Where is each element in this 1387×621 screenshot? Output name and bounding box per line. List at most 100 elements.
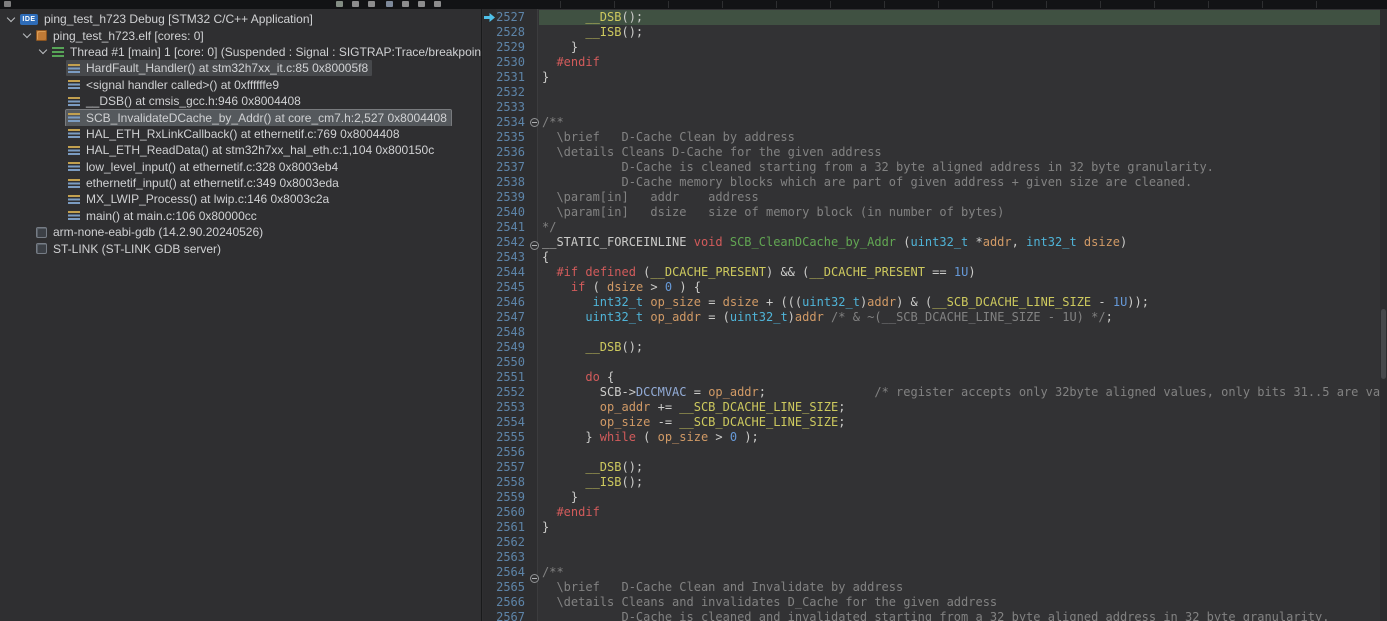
annotation-gutter-row[interactable] [483, 418, 496, 433]
code-line[interactable]: \param[in] addr address [539, 190, 1380, 205]
code-line[interactable] [539, 535, 1380, 550]
annotation-gutter[interactable] [483, 9, 496, 621]
code-line[interactable] [539, 100, 1380, 115]
fold-gutter-row[interactable] [530, 163, 537, 178]
annotation-gutter-row[interactable] [483, 403, 496, 418]
fold-gutter-row[interactable] [530, 256, 537, 271]
fold-gutter-row[interactable] [530, 178, 537, 193]
annotation-gutter-row[interactable] [483, 358, 496, 373]
fold-gutter-row[interactable] [530, 223, 537, 238]
annotation-gutter-row[interactable] [483, 28, 496, 43]
annotation-gutter-row[interactable] [483, 103, 496, 118]
code-line[interactable]: \brief D-Cache Clean and Invalidate by a… [539, 580, 1380, 595]
code-line[interactable]: \details Cleans and invalidates D_Cache … [539, 595, 1380, 610]
toolbar-icon[interactable] [4, 1, 11, 7]
code-line[interactable]: \brief D-Cache Clean by address [539, 130, 1380, 145]
annotation-gutter-row[interactable] [483, 298, 496, 313]
stack-frame-row[interactable]: ethernetif_input() at ethernetif.c:349 0… [0, 175, 481, 191]
code-line[interactable] [539, 550, 1380, 565]
code-line[interactable] [539, 355, 1380, 370]
annotation-gutter-row[interactable] [483, 478, 496, 493]
annotation-gutter-row[interactable] [483, 73, 496, 88]
code-line[interactable]: } [539, 520, 1380, 535]
stack-frame-row[interactable]: main() at main.c:106 0x80000cc [0, 208, 481, 224]
fold-gutter-row[interactable] [530, 466, 537, 481]
expander-chevron-icon[interactable] [21, 29, 34, 42]
expander-chevron-icon[interactable] [37, 45, 50, 58]
code-line[interactable] [539, 85, 1380, 100]
launch-config-row[interactable]: IDEping_test_h723 Debug [STM32 C/C++ App… [0, 11, 481, 27]
annotation-gutter-row[interactable] [483, 388, 496, 403]
fold-gutter-row[interactable] [530, 133, 537, 148]
fold-gutter-row[interactable] [530, 208, 537, 223]
stack-frame-row[interactable]: HardFault_Handler() at stm32h7xx_it.c:85… [0, 60, 481, 76]
annotation-gutter-row[interactable] [483, 523, 496, 538]
fold-gutter-row[interactable] [530, 40, 537, 55]
stack-frame-row[interactable]: <signal handler called>() at 0xffffffe9 [0, 77, 481, 93]
annotation-gutter-row[interactable] [483, 283, 496, 298]
fold-gutter-row[interactable] [530, 376, 537, 391]
annotation-gutter-row[interactable] [483, 268, 496, 283]
fold-gutter-row[interactable] [530, 589, 537, 604]
toolbar-icon[interactable] [336, 1, 343, 7]
code-line[interactable]: if ( dsize > 0 ) { [539, 280, 1380, 295]
code-line[interactable]: uint32_t op_addr = (uint32_t)addr /* & ~… [539, 310, 1380, 325]
fold-gutter-row[interactable] [530, 301, 537, 316]
code-line[interactable]: op_size -= __SCB_DCACHE_LINE_SIZE; [539, 415, 1380, 430]
fold-gutter-row[interactable] [530, 100, 537, 115]
fold-gutter-row[interactable] [530, 271, 537, 286]
code-line[interactable]: } [539, 490, 1380, 505]
code-line[interactable]: op_addr += __SCB_DCACHE_LINE_SIZE; [539, 400, 1380, 415]
annotation-gutter-row[interactable] [483, 448, 496, 463]
code-line[interactable]: } [539, 40, 1380, 55]
annotation-gutter-row[interactable] [483, 538, 496, 553]
annotation-gutter-row[interactable] [483, 493, 496, 508]
code-line[interactable]: SCB->DCCMVAC = op_addr; /* register acce… [539, 385, 1380, 400]
annotation-gutter-row[interactable] [483, 613, 496, 621]
fold-gutter-row[interactable] [530, 316, 537, 331]
code-line[interactable]: int32_t op_size = dsize + (((uint32_t)ad… [539, 295, 1380, 310]
annotation-gutter-row[interactable] [483, 328, 496, 343]
code-line[interactable]: /** [539, 565, 1380, 580]
code-line[interactable]: __STATIC_FORCEINLINE void SCB_CleanDCach… [539, 235, 1380, 250]
annotation-gutter-row[interactable] [483, 313, 496, 328]
annotation-gutter-row[interactable] [483, 118, 496, 133]
annotation-gutter-row[interactable] [483, 433, 496, 448]
toolbar-icon[interactable] [386, 1, 393, 7]
fold-gutter-row[interactable] [530, 148, 537, 163]
annotation-gutter-row[interactable] [483, 223, 496, 238]
code-line[interactable]: } while ( op_size > 0 ); [539, 430, 1380, 445]
fold-collapse-icon[interactable] [530, 118, 539, 127]
annotation-gutter-row[interactable] [483, 343, 496, 358]
code-line[interactable]: __ISB(); [539, 475, 1380, 490]
annotation-gutter-row[interactable] [483, 43, 496, 58]
fold-gutter-row[interactable] [530, 193, 537, 208]
code-line[interactable]: do { [539, 370, 1380, 385]
process-row[interactable]: ping_test_h723.elf [cores: 0] [0, 27, 481, 43]
editor-scrollbar[interactable] [1380, 9, 1387, 621]
fold-gutter-row[interactable] [530, 541, 537, 556]
fold-gutter-row[interactable] [530, 526, 537, 541]
fold-gutter-row[interactable] [530, 391, 537, 406]
stack-frame-row[interactable]: HAL_ETH_ReadData() at stm32h7xx_hal_eth.… [0, 142, 481, 158]
annotation-gutter-row[interactable] [483, 193, 496, 208]
code-line[interactable]: /** [539, 115, 1380, 130]
code-line[interactable]: */ [539, 220, 1380, 235]
fold-gutter-row[interactable] [530, 346, 537, 361]
code-line[interactable] [539, 325, 1380, 340]
toolbar-icon[interactable] [434, 1, 441, 7]
fold-collapse-icon[interactable] [530, 241, 539, 250]
annotation-gutter-row[interactable] [483, 13, 496, 28]
thread-row[interactable]: Thread #1 [main] 1 [core: 0] (Suspended … [0, 44, 481, 60]
annotation-gutter-row[interactable] [483, 508, 496, 523]
code-line[interactable]: D-Cache is cleaned and invalidated start… [539, 610, 1380, 621]
fold-gutter-row[interactable] [530, 70, 537, 85]
fold-gutter-row[interactable] [530, 286, 537, 301]
code-line[interactable]: \param[in] dsize size of memory block (i… [539, 205, 1380, 220]
code-line[interactable]: __ISB(); [539, 25, 1380, 40]
gdb-server-row[interactable]: ST-LINK (ST-LINK GDB server) [0, 240, 481, 256]
fold-gutter-row[interactable] [530, 496, 537, 511]
toolbar-icon[interactable] [402, 1, 409, 7]
toolbar-icon[interactable] [418, 1, 425, 7]
code-line[interactable]: __DSB(); [539, 10, 1380, 25]
